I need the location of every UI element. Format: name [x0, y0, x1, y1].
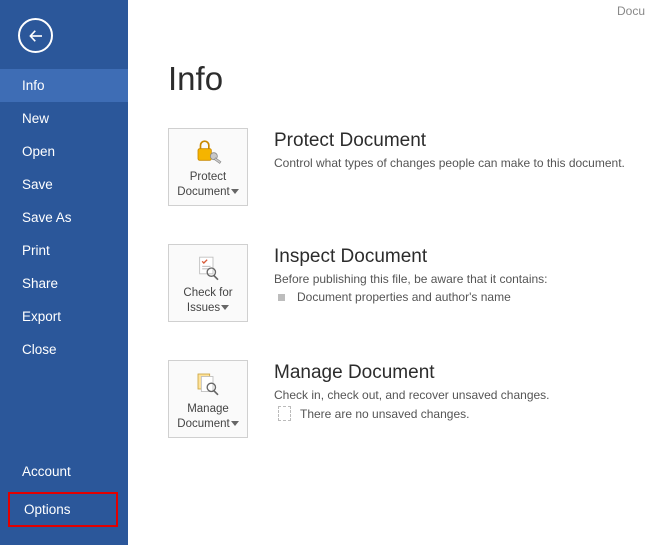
- sidebar-item-label: Export: [22, 309, 61, 324]
- section-inspect-document: Check for Issues Inspect Document Before…: [168, 244, 655, 322]
- section-protect-document: Protect Document Protect Document Contro…: [168, 128, 655, 206]
- protect-document-button[interactable]: Protect Document: [168, 128, 248, 206]
- section-description: Check in, check out, and recover unsaved…: [274, 388, 550, 402]
- document-title-hint: Docu: [617, 4, 645, 18]
- sidebar-item-account[interactable]: Account: [0, 455, 128, 488]
- manage-status-text: There are no unsaved changes.: [300, 407, 469, 421]
- button-text-l1: Protect: [190, 171, 226, 183]
- button-text-l2: Document: [177, 186, 229, 198]
- section-heading: Manage Document: [274, 362, 550, 384]
- section-description: Control what types of changes people can…: [274, 156, 625, 170]
- sidebar-item-label: Print: [22, 243, 50, 258]
- section-manage-document: Manage Document Manage Document Check in…: [168, 360, 655, 438]
- back-arrow-icon: [27, 27, 45, 45]
- sidebar-item-label: Close: [22, 342, 57, 357]
- page-title: Info: [168, 60, 655, 98]
- chevron-down-icon: [231, 185, 239, 199]
- unsaved-page-icon: [278, 406, 291, 421]
- sidebar-item-open[interactable]: Open: [0, 135, 128, 168]
- inspect-bullet-row: Document properties and author's name: [274, 290, 548, 304]
- sidebar-item-label: Save: [22, 177, 53, 192]
- sidebar-item-new[interactable]: New: [0, 102, 128, 135]
- chevron-down-icon: [221, 301, 229, 315]
- sidebar-item-label: Save As: [22, 210, 72, 225]
- lock-key-icon: [193, 135, 223, 169]
- sidebar-item-label: Open: [22, 144, 55, 159]
- sidebar-item-info[interactable]: Info: [0, 69, 128, 102]
- button-text-l2: Document: [177, 418, 229, 430]
- checklist-magnifier-icon: [193, 251, 223, 285]
- sidebar-item-print[interactable]: Print: [0, 234, 128, 267]
- sidebar-item-label: Share: [22, 276, 58, 291]
- inspect-bullet-text: Document properties and author's name: [297, 290, 511, 304]
- sidebar-item-label: Info: [22, 78, 45, 93]
- sidebar-item-label: Account: [22, 464, 71, 479]
- button-text-l1: Check for: [183, 287, 232, 299]
- sidebar-item-share[interactable]: Share: [0, 267, 128, 300]
- sidebar-item-export[interactable]: Export: [0, 300, 128, 333]
- button-text-l1: Manage: [187, 403, 229, 415]
- manage-document-button[interactable]: Manage Document: [168, 360, 248, 438]
- button-text-l2: Issues: [187, 302, 220, 314]
- documents-magnifier-icon: [193, 367, 223, 401]
- back-button[interactable]: [18, 18, 53, 53]
- section-description: Before publishing this file, be aware th…: [274, 272, 548, 286]
- sidebar-item-save[interactable]: Save: [0, 168, 128, 201]
- sidebar-item-label: Options: [24, 502, 71, 517]
- section-heading: Inspect Document: [274, 246, 548, 268]
- section-heading: Protect Document: [274, 130, 625, 152]
- manage-status-row: There are no unsaved changes.: [274, 406, 550, 421]
- backstage-sidebar: Info New Open Save Save As Print Share E…: [0, 0, 128, 545]
- sidebar-item-options[interactable]: Options: [8, 492, 118, 527]
- chevron-down-icon: [231, 417, 239, 431]
- sidebar-item-save-as[interactable]: Save As: [0, 201, 128, 234]
- sidebar-item-close[interactable]: Close: [0, 333, 128, 366]
- content-area: Docu Info Protect Document: [128, 0, 655, 545]
- sidebar-item-label: New: [22, 111, 49, 126]
- check-for-issues-button[interactable]: Check for Issues: [168, 244, 248, 322]
- square-bullet-icon: [278, 294, 285, 301]
